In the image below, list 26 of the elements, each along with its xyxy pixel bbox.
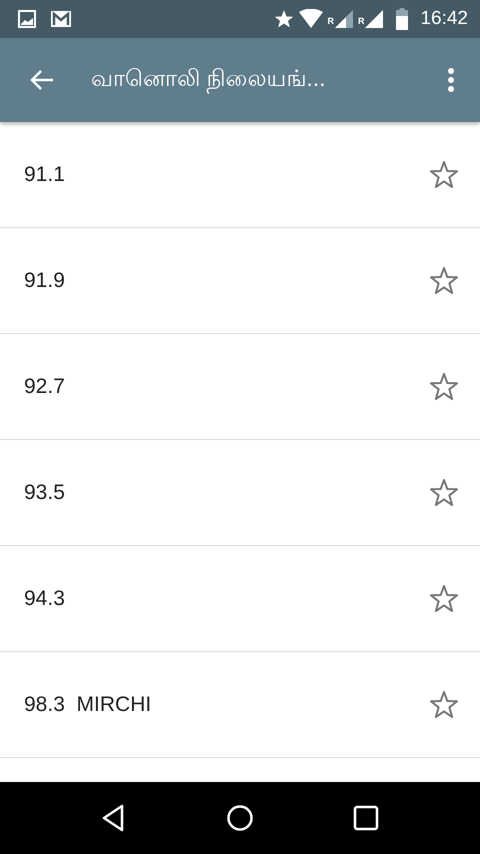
favorite-star-icon[interactable] [429,266,459,296]
roaming-mark: R [327,16,334,26]
picture-icon [18,10,36,28]
battery-icon [396,8,408,30]
favorite-star-icon[interactable] [429,690,459,720]
star-icon [273,9,296,29]
favorite-star-icon[interactable] [429,160,459,190]
station-name[interactable]: 94.3 [24,586,429,610]
station-name[interactable]: 98.3 MIRCHI [24,692,429,716]
wifi-icon [299,9,324,29]
signal-icon [364,9,384,29]
favorite-star-icon[interactable] [429,372,459,402]
station-name[interactable]: 91.9 [24,268,429,292]
roaming-mark: R [358,16,364,26]
signal-icon [334,9,354,29]
home-icon[interactable] [225,803,255,833]
favorite-star-icon[interactable] [429,584,459,614]
station-name[interactable]: 92.7 [24,374,429,398]
station-name[interactable]: 91.1 [24,162,429,186]
favorite-star-icon[interactable] [429,478,459,508]
recents-icon[interactable] [351,803,381,833]
app-title: வானொலி நிலையங்... [91,65,447,95]
station-name[interactable]: 93.5 [24,480,429,504]
more-options-icon[interactable] [447,68,455,92]
clock-time: 16:42 [420,8,468,30]
mail-icon [50,10,72,28]
